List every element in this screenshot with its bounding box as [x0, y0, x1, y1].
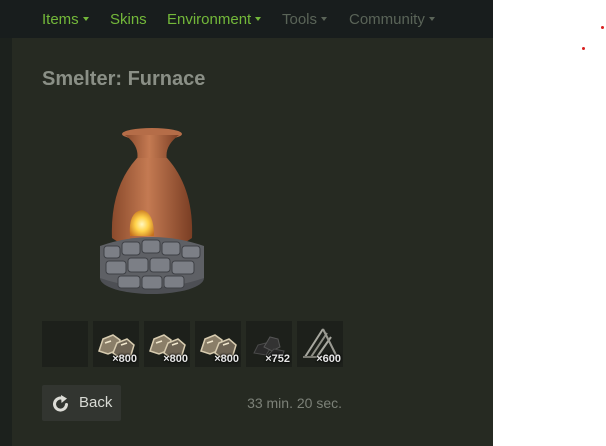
item-quantity: ×600	[316, 353, 341, 365]
item-quantity: ×800	[214, 353, 239, 365]
nav-community[interactable]: Community	[349, 11, 435, 28]
item-quantity: ×752	[265, 353, 290, 365]
chevron-down-icon	[321, 17, 328, 22]
nav-label: Items	[42, 11, 79, 28]
smelt-timer: 33 min. 20 sec.	[247, 395, 342, 411]
furnace-image	[100, 128, 204, 294]
nav-environment[interactable]: Environment	[167, 11, 262, 28]
chevron-down-icon	[428, 17, 435, 22]
item-quantity: ×800	[112, 353, 137, 365]
inventory-slot[interactable]: ×800	[195, 321, 241, 367]
red-dot	[601, 26, 604, 29]
inventory-slot[interactable]: ×800	[144, 321, 190, 367]
top-navbar: Items Skins Environment Tools Community	[0, 0, 493, 38]
content-panel: Smelter: Furnace ×800 ×800 ×800 ×752 ×60…	[12, 38, 493, 446]
inventory-slot[interactable]: ×752	[246, 321, 292, 367]
nav-label: Tools	[282, 11, 318, 28]
back-label: Back	[79, 394, 113, 411]
page-title: Smelter: Furnace	[42, 68, 206, 90]
inventory-slot-empty[interactable]	[42, 321, 88, 367]
refresh-arrow-icon	[53, 395, 68, 412]
nav-label: Community	[349, 11, 425, 28]
app-window: Items Skins Environment Tools Community …	[0, 0, 493, 446]
nav-tools[interactable]: Tools	[282, 11, 328, 28]
nav-label: Skins	[110, 11, 147, 28]
nav-label: Environment	[167, 11, 252, 28]
chevron-down-icon	[255, 17, 262, 22]
inventory-slot[interactable]: ×600	[297, 321, 343, 367]
inventory-slot[interactable]: ×800	[93, 321, 139, 367]
chevron-down-icon	[82, 17, 89, 22]
red-dot	[582, 47, 585, 50]
item-quantity: ×800	[163, 353, 188, 365]
nav-items[interactable]: Items	[42, 11, 89, 28]
back-button[interactable]: Back	[42, 385, 121, 421]
nav-skins[interactable]: Skins	[110, 11, 147, 28]
